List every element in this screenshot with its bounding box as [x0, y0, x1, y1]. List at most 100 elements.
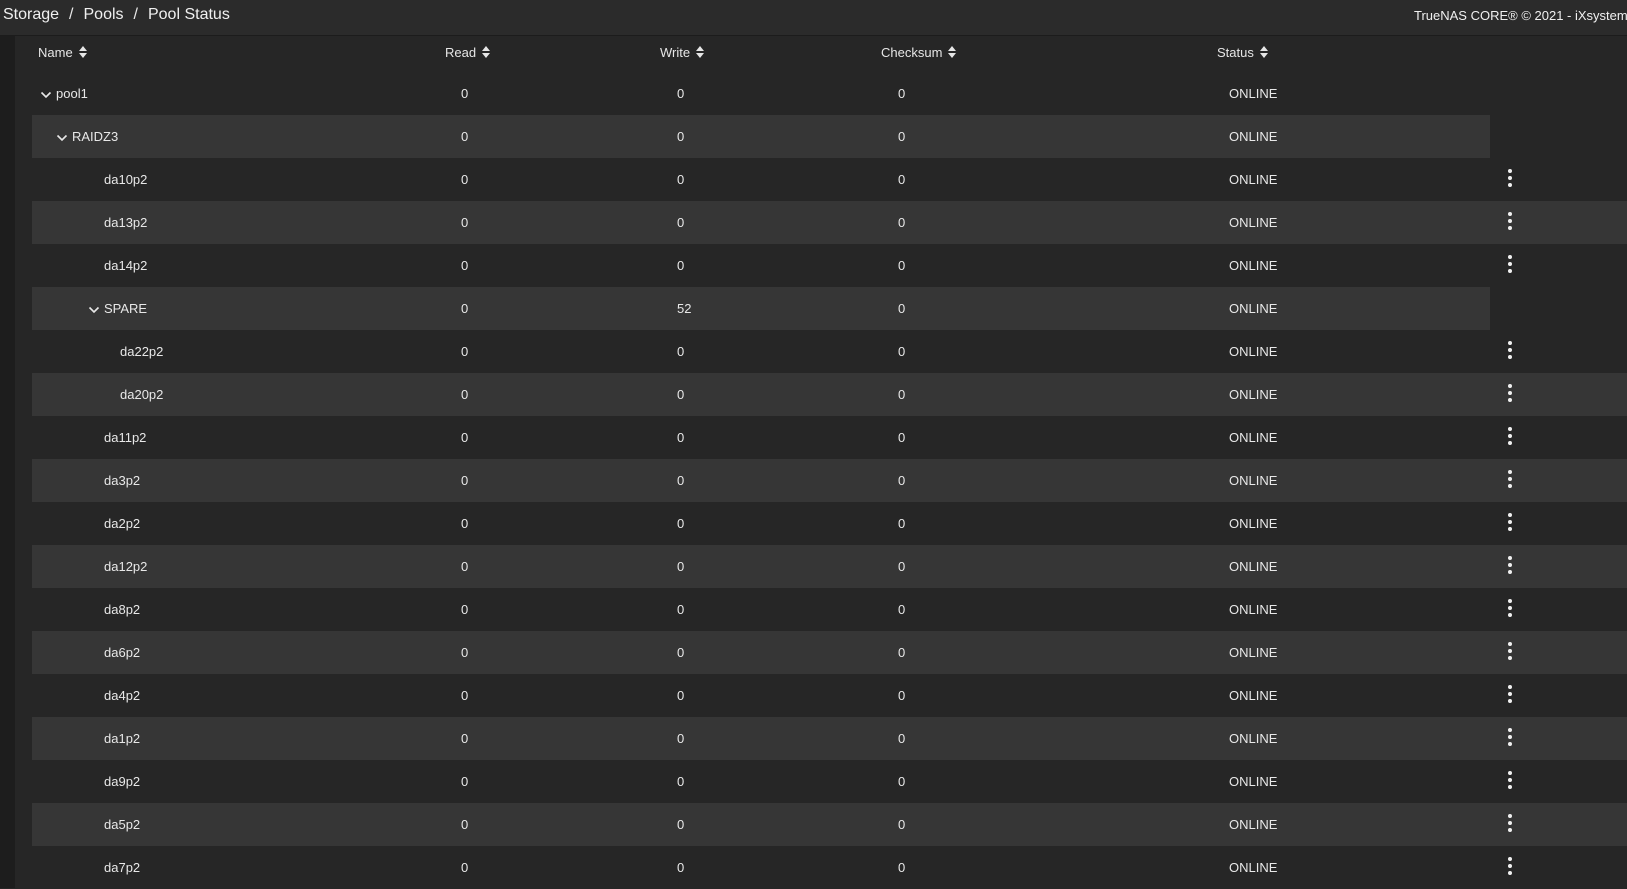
table-row[interactable]: da2p2 0 0 0 ONLINE — [32, 502, 1627, 545]
chevron-down-icon[interactable] — [56, 131, 68, 141]
table-row[interactable]: da10p2 0 0 0 ONLINE — [32, 158, 1627, 201]
more-options-icon[interactable] — [1500, 340, 1520, 360]
read-errors: 0 — [461, 301, 469, 316]
device-status: ONLINE — [1229, 258, 1278, 273]
table-row[interactable]: da1p2 0 0 0 ONLINE — [32, 717, 1627, 760]
device-name-cell: da4p2 — [104, 688, 140, 703]
more-options-icon[interactable] — [1500, 383, 1520, 403]
read-errors: 0 — [461, 129, 469, 144]
table-row[interactable]: pool1 0 0 0 ONLINE — [32, 72, 1627, 115]
table-row[interactable]: da9p2 0 0 0 ONLINE — [32, 760, 1627, 803]
read-errors: 0 — [461, 86, 469, 101]
table-row[interactable]: da8p2 0 0 0 ONLINE — [32, 588, 1627, 631]
device-name: da5p2 — [104, 817, 141, 832]
write-errors: 0 — [677, 473, 685, 488]
table-row[interactable]: da3p2 0 0 0 ONLINE — [32, 459, 1627, 502]
more-options-icon[interactable] — [1500, 641, 1520, 661]
device-status: ONLINE — [1229, 215, 1278, 230]
read-errors: 0 — [461, 645, 469, 660]
write-errors: 52 — [677, 301, 692, 316]
table-row[interactable]: da7p2 0 0 0 ONLINE — [32, 846, 1627, 889]
more-options-icon[interactable] — [1500, 512, 1520, 532]
table-row[interactable]: RAIDZ3 0 0 0 ONLINE — [32, 115, 1627, 158]
read-errors: 0 — [461, 387, 469, 402]
checksum-errors: 0 — [898, 129, 906, 144]
write-errors: 0 — [677, 559, 685, 574]
device-status: ONLINE — [1229, 602, 1278, 617]
breadcrumb-storage[interactable]: Storage — [3, 6, 59, 23]
chevron-down-icon[interactable] — [40, 88, 52, 98]
breadcrumb-pools[interactable]: Pools — [84, 6, 124, 23]
read-errors: 0 — [461, 258, 469, 273]
write-errors: 0 — [677, 387, 685, 402]
device-status: ONLINE — [1229, 344, 1278, 359]
write-errors: 0 — [677, 215, 685, 230]
column-header-name[interactable]: Name — [38, 45, 87, 60]
write-errors: 0 — [677, 129, 685, 144]
table-row[interactable]: da4p2 0 0 0 ONLINE — [32, 674, 1627, 717]
chevron-down-icon[interactable] — [88, 303, 100, 313]
table-row[interactable]: da12p2 0 0 0 ONLINE — [32, 545, 1627, 588]
table-row[interactable]: da14p2 0 0 0 ONLINE — [32, 244, 1627, 287]
device-name-cell: da2p2 — [104, 516, 140, 531]
row-background — [32, 201, 1627, 244]
device-status: ONLINE — [1229, 860, 1278, 875]
more-options-icon[interactable] — [1500, 469, 1520, 489]
read-errors: 0 — [461, 516, 469, 531]
more-options-icon[interactable] — [1500, 813, 1520, 833]
row-background — [32, 545, 1627, 588]
table-row[interactable]: da5p2 0 0 0 ONLINE — [32, 803, 1627, 846]
read-errors: 0 — [461, 602, 469, 617]
device-status: ONLINE — [1229, 129, 1278, 144]
sort-icon — [482, 45, 491, 58]
table-body: pool1 0 0 0 ONLINE RAIDZ3 0 0 0 ONLINE da10p2 0 0 0 ON… — [32, 72, 1627, 889]
device-name-cell: da6p2 — [104, 645, 140, 660]
table-row[interactable]: da20p2 0 0 0 ONLINE — [32, 373, 1627, 416]
table-row[interactable]: SPARE 0 52 0 ONLINE — [32, 287, 1627, 330]
device-status: ONLINE — [1229, 430, 1278, 445]
column-header-status[interactable]: Status — [1217, 45, 1268, 60]
more-options-icon[interactable] — [1500, 555, 1520, 575]
read-errors: 0 — [461, 774, 469, 789]
more-options-icon[interactable] — [1500, 770, 1520, 790]
more-options-icon[interactable] — [1500, 426, 1520, 446]
checksum-errors: 0 — [898, 387, 906, 402]
column-header-write[interactable]: Write — [660, 45, 705, 60]
device-name: da22p2 — [120, 344, 164, 359]
column-header-checksum[interactable]: Checksum — [881, 45, 957, 60]
row-background — [32, 373, 1627, 416]
checksum-errors: 0 — [898, 215, 906, 230]
more-options-icon[interactable] — [1500, 684, 1520, 704]
device-name: da3p2 — [104, 473, 141, 488]
table-row[interactable]: da13p2 0 0 0 ONLINE — [32, 201, 1627, 244]
device-name-cell: RAIDZ3 — [56, 129, 118, 144]
more-options-icon[interactable] — [1500, 211, 1520, 231]
top-bar: Storage / Pools / Pool Status TrueNAS CORE® … — [0, 0, 1627, 36]
device-name: SPARE — [104, 301, 148, 316]
device-name: da10p2 — [104, 172, 148, 187]
table-row[interactable]: da6p2 0 0 0 ONLINE — [32, 631, 1627, 674]
more-options-icon[interactable] — [1500, 168, 1520, 188]
checksum-errors: 0 — [898, 86, 906, 101]
sort-icon — [696, 45, 705, 58]
write-errors: 0 — [677, 86, 685, 101]
sort-icon — [948, 45, 957, 58]
read-errors: 0 — [461, 344, 469, 359]
more-options-icon[interactable] — [1500, 856, 1520, 876]
more-options-icon[interactable] — [1500, 598, 1520, 618]
more-options-icon[interactable] — [1500, 727, 1520, 747]
column-header-read[interactable]: Read — [445, 45, 491, 60]
device-name-cell: da9p2 — [104, 774, 140, 789]
more-options-icon[interactable] — [1500, 254, 1520, 274]
device-name-cell: SPARE — [88, 301, 147, 316]
read-errors: 0 — [461, 817, 469, 832]
write-errors: 0 — [677, 172, 685, 187]
checksum-errors: 0 — [898, 301, 906, 316]
row-background — [32, 459, 1627, 502]
device-name-cell: da1p2 — [104, 731, 140, 746]
device-name-cell: da5p2 — [104, 817, 140, 832]
table-row[interactable]: da22p2 0 0 0 ONLINE — [32, 330, 1627, 373]
copyright-text[interactable]: TrueNAS CORE® © 2021 - iXsystems — [1414, 8, 1627, 23]
table-row[interactable]: da11p2 0 0 0 ONLINE — [32, 416, 1627, 459]
write-errors: 0 — [677, 817, 685, 832]
